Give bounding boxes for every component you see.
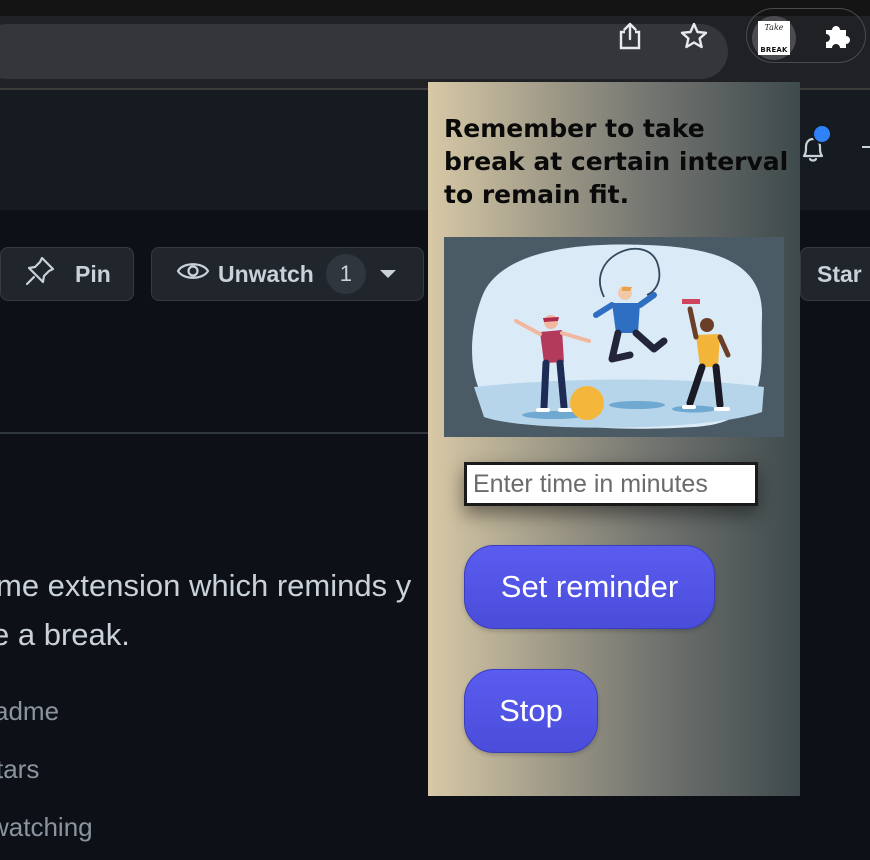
take-break-logo: Take BREAK [758,21,790,55]
bookmark-star-icon[interactable] [674,16,714,56]
extensions-puzzle-icon[interactable] [818,16,858,56]
take-break-popup: Remember to take break at certain interv… [428,82,800,796]
logo-text-break: BREAK [760,46,788,54]
take-break-extension-icon[interactable]: Take BREAK [752,16,796,60]
notification-dot [812,124,832,144]
unwatch-label: Unwatch [218,260,314,287]
section-divider [0,432,428,434]
popup-title: Remember to take break at certain interv… [444,114,789,209]
pin-button[interactable]: Pin [0,247,134,301]
logo-text-take: Take [764,23,784,32]
pin-icon [23,254,57,294]
star-repo-button[interactable]: Star [800,247,870,301]
watching-link[interactable]: watching [0,812,93,843]
create-new-plus-icon[interactable] [862,146,870,148]
stars-link[interactable]: tars [0,754,39,785]
about-description-line1: me extension which reminds y [0,568,412,603]
pin-label: Pin [75,260,111,287]
eye-icon [176,258,210,290]
watch-count-badge: 1 [325,254,366,294]
about-description-line2: e a break. [0,617,130,652]
window-top-strip [0,0,870,16]
unwatch-button[interactable]: Unwatch 1 [151,247,424,301]
star-label: Star [817,260,862,287]
stop-button[interactable]: Stop [464,669,598,753]
browser-toolbar [0,16,870,88]
people-exercising-illustration [444,237,784,437]
share-icon[interactable] [610,16,650,56]
readme-link[interactable]: adme [0,696,59,727]
chevron-down-icon [379,270,396,278]
set-reminder-button[interactable]: Set reminder [464,545,715,629]
time-minutes-input[interactable] [464,462,758,506]
